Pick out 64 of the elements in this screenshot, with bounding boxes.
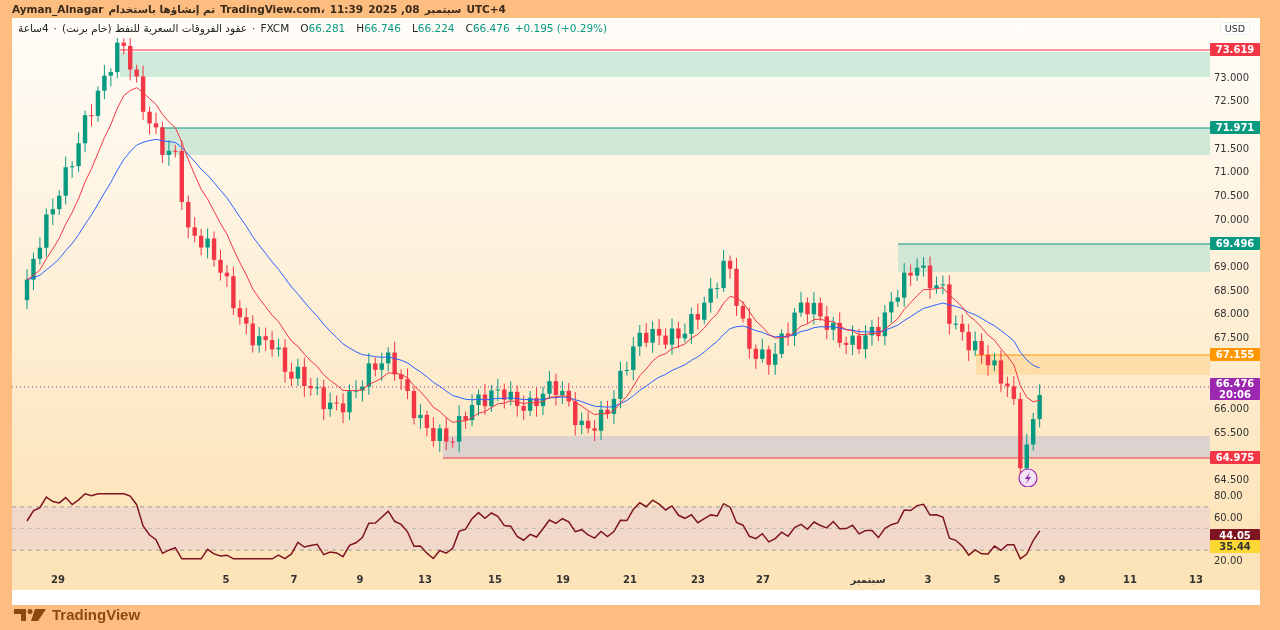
header-text: Ayman_Alnagar: [12, 3, 104, 15]
time-axis-label: 21: [622, 573, 638, 587]
price-axis-label: 66.000: [1214, 402, 1249, 417]
ohlc-value: 66.281: [308, 22, 346, 34]
ohlc-label: L: [411, 22, 418, 34]
ohlc-value: 66.746: [364, 22, 401, 34]
price-label-marker: 66.476 20:06: [1210, 378, 1260, 400]
time-axis-label: 3: [923, 573, 933, 587]
time-axis-label: 9: [355, 573, 365, 587]
header-text: TradingView.com،: [220, 3, 325, 15]
price-axis-label: 70.500: [1214, 189, 1249, 203]
ohlc-label: H: [356, 22, 365, 34]
price-axis-label: 73.000: [1214, 70, 1249, 85]
time-axis-label: 5: [221, 573, 231, 587]
price-label-marker: 71.971: [1210, 121, 1260, 134]
ohlc-value: 66.476: [472, 22, 510, 34]
time-axis-label: سبتمبر: [849, 573, 887, 588]
ohlc-label: O: [300, 22, 309, 34]
rsi-axis-label: 20.00: [1214, 554, 1243, 568]
ohlc-value: 66.224: [417, 22, 455, 34]
header-text: 11:39: [329, 3, 364, 15]
time-axis-label: 15: [487, 573, 503, 587]
time-axis-label: 7: [289, 573, 299, 587]
rsi-label-marker: 35.44: [1210, 540, 1260, 553]
header-text: 2025 ,08: [368, 3, 420, 15]
separator-dot: ·: [53, 22, 57, 34]
price-axis-label: 71.000: [1214, 165, 1249, 180]
time-axis-label: 19: [555, 573, 571, 587]
rsi-axis-label: 80.00: [1214, 489, 1243, 503]
symbol-name: عقود الفروقات السعرية للنفط (خام برنت): [61, 22, 248, 34]
price-axis-label: 71.500: [1214, 141, 1249, 156]
time-axis-label: 27: [755, 573, 771, 587]
rsi-axis-label: 60.00: [1214, 511, 1243, 525]
time-axis-label: 23: [690, 573, 706, 587]
header-text: UTC+4: [466, 3, 506, 15]
logo-icon: [14, 608, 46, 621]
price-axis-label: 64.500: [1214, 473, 1249, 488]
ohlc-label: C: [465, 22, 473, 34]
timeframe-label: 4ساعة: [18, 22, 49, 34]
time-axis-label: 29: [50, 573, 66, 587]
price-axis-label: 69.000: [1214, 260, 1249, 274]
price-label-marker: 64.975: [1210, 451, 1260, 464]
exchange-label: FXCM: [260, 22, 290, 34]
price-change: +0.195 (+0.29%): [514, 22, 608, 34]
price-axis-label: 68.500: [1214, 283, 1249, 298]
time-axis-label: 9: [1057, 573, 1067, 587]
header-text: سبتمبر: [424, 3, 462, 15]
price-axis-label: 72.500: [1214, 94, 1249, 109]
brand-name: TradingView: [52, 606, 141, 623]
price-label-marker: 73.619: [1210, 43, 1260, 56]
price-axis-label: 67.500: [1214, 331, 1249, 346]
time-axis-label: 11: [1122, 573, 1138, 587]
price-axis-label: 70.000: [1214, 212, 1249, 227]
price-label-marker: 69.496: [1210, 237, 1260, 250]
price-label-marker: 67.155: [1210, 348, 1260, 361]
separator-dot: ·: [252, 22, 256, 34]
price-axis-label: 68.000: [1214, 307, 1249, 322]
time-axis-label: 13: [417, 573, 433, 587]
time-axis-label: 13: [1188, 573, 1204, 587]
price-axis-label: 65.500: [1214, 425, 1249, 440]
header-text: تم إنشاؤها باستخدام: [108, 3, 216, 15]
lightning-icon[interactable]: [1018, 468, 1038, 487]
time-axis-label: 5: [992, 573, 1002, 587]
currency-label[interactable]: USD: [1219, 21, 1251, 35]
